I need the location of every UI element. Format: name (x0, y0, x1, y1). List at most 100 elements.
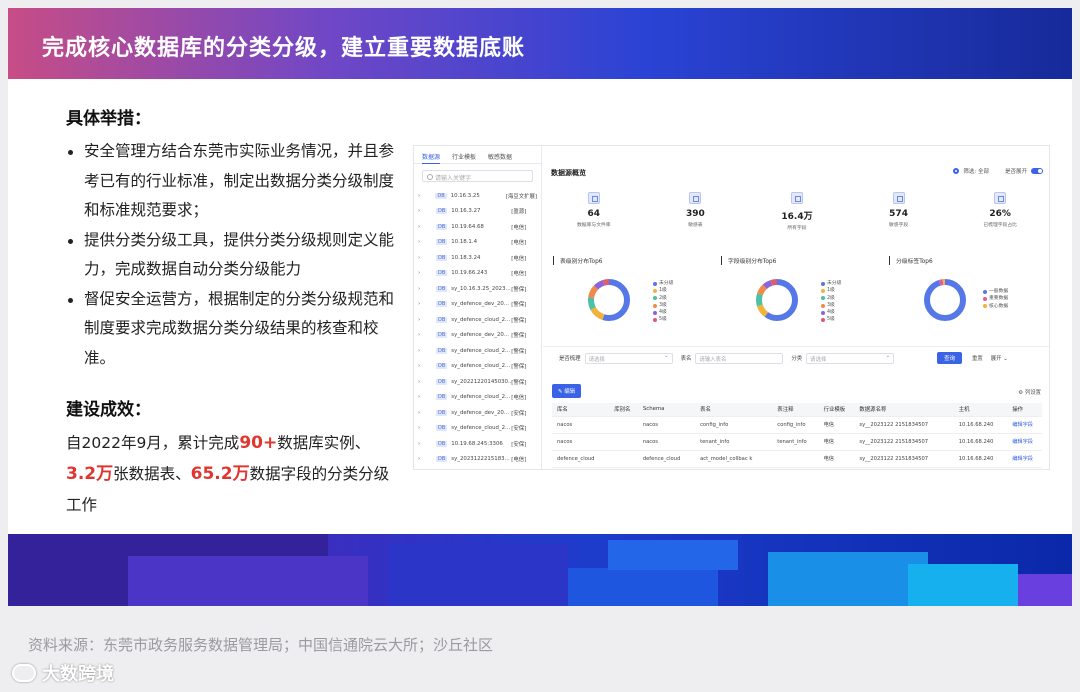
table-name-input[interactable]: 请输入表名 (695, 352, 784, 364)
tab-sensitive-data[interactable]: 敏感数据 (488, 152, 512, 163)
tree-item-name: sy_20221220145030... (451, 378, 512, 385)
column-header[interactable]: 表注释 (772, 403, 819, 417)
chart-title: 字段级别分布Top6 (721, 256, 877, 265)
tree-item[interactable]: › DB sy_defence_cloud_2... [警保] (418, 312, 537, 328)
chevron-right-icon[interactable]: › (418, 425, 426, 431)
reset-button[interactable]: 重置 (972, 354, 983, 362)
tree-item[interactable]: › DB sy_10.16.3.25_2023... [警保] (418, 281, 537, 297)
chevron-right-icon[interactable]: › (418, 193, 425, 199)
column-settings-button[interactable]: ⚙ 列设置 (1018, 388, 1041, 396)
db-badge: DB (436, 285, 448, 292)
table-cell: 电信 (818, 416, 855, 434)
datasource-tree-panel: 数据源 行业模板 敏感数据 请输入关键字 › DB 10.16.3.25 [海豆文扩展… (414, 146, 542, 469)
table-icon (689, 192, 702, 204)
tree-item[interactable]: › DB 10.19.68.245:3306 [安保] (418, 436, 537, 452)
chevron-right-icon[interactable]: › (418, 224, 426, 230)
edit-fields-link[interactable]: 编辑字段 (1007, 433, 1042, 451)
legend-item: 3级 (821, 302, 841, 309)
tree-item[interactable]: › DB sy_defence_dev_20... [警保] (418, 297, 537, 313)
tree-item[interactable]: › DB 10.19.66.243 [电信] (418, 266, 537, 282)
decorative-band (8, 534, 1072, 606)
stat-card: 16.4万 所有字段 (752, 192, 842, 231)
chevron-right-icon[interactable]: › (418, 379, 426, 385)
chevron-right-icon[interactable]: › (418, 332, 426, 338)
tree-item[interactable]: › DB 10.19.64.68 [电信] (418, 219, 537, 235)
legend-label: 1级 (659, 288, 667, 294)
chevron-right-icon[interactable]: › (418, 270, 426, 276)
column-header[interactable]: 数据源名称 (854, 403, 954, 417)
legend-label: 3级 (659, 302, 667, 308)
tree-item[interactable]: › DB 10.18.1.4 [电信] (418, 235, 537, 251)
tree-item[interactable]: › DB sy_defence_cloud_2... [电信] (418, 390, 537, 406)
chevron-right-icon[interactable]: › (418, 239, 426, 245)
tree-item[interactable]: › DB sy_defence_dev_20... [安保] (418, 405, 537, 421)
column-header[interactable]: Schema (637, 403, 696, 417)
legend-dot (821, 318, 825, 323)
tree-item[interactable]: › DB 10.16.3.25 [海豆文扩展] (418, 188, 537, 204)
chevron-right-icon[interactable]: › (418, 301, 426, 307)
combed-select[interactable]: 请选择 (584, 352, 673, 364)
chevron-right-icon[interactable]: › (418, 286, 426, 292)
legend-label: 2级 (659, 295, 667, 301)
tree-item-name: sy_defence_cloud_2... (451, 425, 511, 432)
measure-item: 安全管理方结合东莞市实际业务情况，并且参考已有的行业标准，制定出数据分类分级制度… (66, 137, 401, 226)
db-badge: DB (436, 316, 448, 323)
tree-item[interactable]: › DB sy_defence_cloud_2... [警保] (418, 359, 537, 375)
chevron-right-icon[interactable]: › (418, 255, 426, 261)
column-header[interactable]: 操作 (1007, 403, 1042, 417)
chevron-right-icon[interactable]: › (418, 441, 426, 447)
tree-item[interactable]: › DB sy_defence_cloud_2... [安保] (418, 421, 537, 437)
category-select[interactable]: 请选择 (806, 352, 895, 364)
chevron-right-icon[interactable]: › (418, 456, 426, 462)
column-header[interactable]: 库别名 (609, 403, 638, 417)
stat-value: 64 (587, 209, 601, 219)
tab-datasource[interactable]: 数据源 (422, 152, 441, 164)
band-block (128, 556, 368, 606)
tree-item[interactable]: › DB 10.18.3.24 [电信] (418, 250, 537, 266)
chart-field-level: 字段级别分布Top6 未分级 1级 2级 3级 4级 5级 (717, 256, 877, 334)
tree-item[interactable]: › DB sy_2023122215183... [电信] (418, 452, 537, 468)
table-header-row: 库名 库别名 Schema 表名 表注释 行业模板 数据源名称 主机 操作 (552, 403, 1042, 417)
expand-toggle[interactable] (1031, 168, 1043, 174)
tree-item[interactable]: › DB 10.16.3.27 [盈源] (418, 204, 537, 220)
tree-search-input[interactable]: 请输入关键字 (422, 170, 533, 182)
tree-item-tag: [盈源] (511, 209, 527, 216)
column-header[interactable]: 库名 (552, 403, 610, 417)
edit-button[interactable]: ✎ 编辑 (552, 384, 582, 398)
db-badge: DB (436, 425, 448, 432)
donut-chart-level-tags (924, 279, 966, 321)
tree-item-name: sy_defence_dev_20... (451, 332, 509, 339)
legend-label: 未分级 (659, 281, 674, 286)
tree-item-name: sy_defence_cloud_2... (451, 347, 511, 354)
chevron-right-icon[interactable]: › (418, 317, 426, 323)
edit-fields-link[interactable]: 编辑字段 (1007, 450, 1042, 468)
radio-icon[interactable] (953, 168, 960, 174)
chevron-right-icon[interactable]: › (418, 208, 426, 214)
column-header[interactable]: 主机 (953, 403, 1008, 417)
edit-fields-link[interactable]: 编辑字段 (1007, 416, 1042, 434)
tree-item[interactable]: › DB sy_defence_dev_20... [警保] (418, 328, 537, 344)
tree-item[interactable]: › DB sy_defence_cloud_2... [警保] (418, 343, 537, 359)
chevron-right-icon[interactable]: › (418, 410, 426, 416)
column-header[interactable]: 表名 (695, 403, 773, 417)
table-cell: config_info (772, 416, 819, 434)
tree-item-tag: [电信] (511, 395, 527, 402)
db-badge: DB (436, 208, 448, 215)
table-cell: 10.16.68.240 (953, 450, 1008, 468)
tree-item-name: sy_2023122215183... (451, 456, 510, 463)
chevron-right-icon[interactable]: › (418, 394, 426, 400)
legend-table-level: 未分级 1级 2级 3级 4级 5级 (653, 280, 673, 324)
expand-button[interactable]: 展开 ⌄ (991, 354, 1008, 362)
db-badge: DB (436, 394, 448, 401)
column-header[interactable]: 行业模板 (818, 403, 855, 417)
chevron-right-icon[interactable]: › (418, 363, 426, 369)
legend-label: 一般数据 (989, 289, 1009, 294)
chevron-right-icon[interactable]: › (418, 348, 426, 354)
tree-item-tag: [警保] (511, 317, 527, 324)
tab-industry-template[interactable]: 行业模板 (452, 152, 476, 163)
legend-dot (821, 281, 825, 286)
query-button[interactable]: 查询 (937, 352, 962, 364)
tree-item[interactable]: › DB sy_20221220145030... [警保] (418, 374, 537, 390)
legend-label: 5级 (659, 317, 667, 323)
table-cell: tenant_info (772, 433, 819, 451)
